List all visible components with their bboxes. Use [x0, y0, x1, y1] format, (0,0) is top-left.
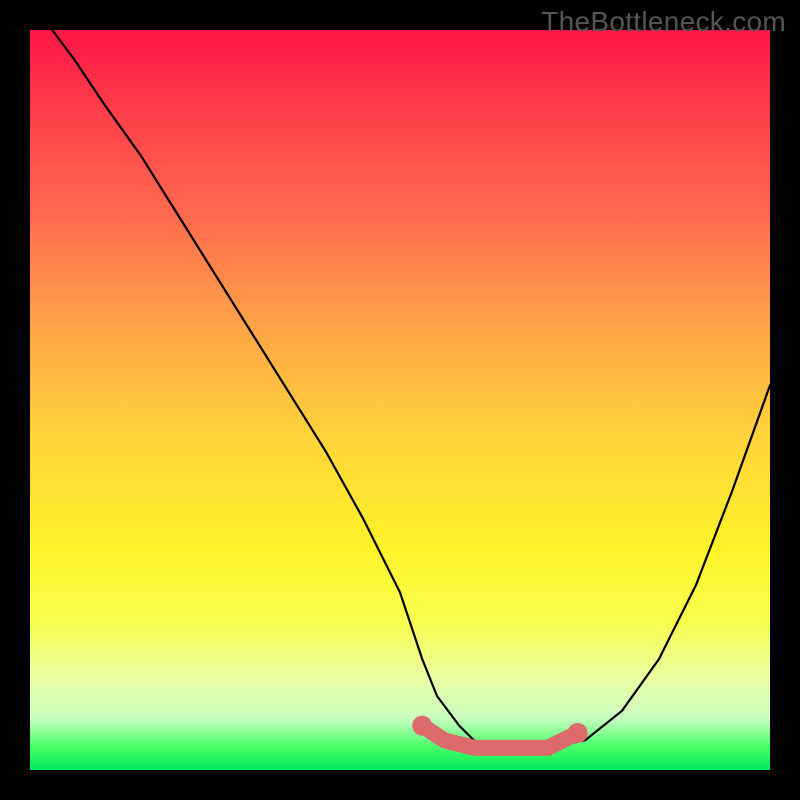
bottleneck-curve	[52, 30, 770, 748]
chart-frame: TheBottleneck.com	[0, 0, 800, 800]
band-dot	[568, 723, 588, 743]
safe-band-marker	[422, 726, 577, 748]
plot-area	[30, 30, 770, 770]
curve-layer	[30, 30, 770, 770]
watermark-label: TheBottleneck.com	[541, 6, 786, 38]
band-dot	[412, 716, 432, 736]
